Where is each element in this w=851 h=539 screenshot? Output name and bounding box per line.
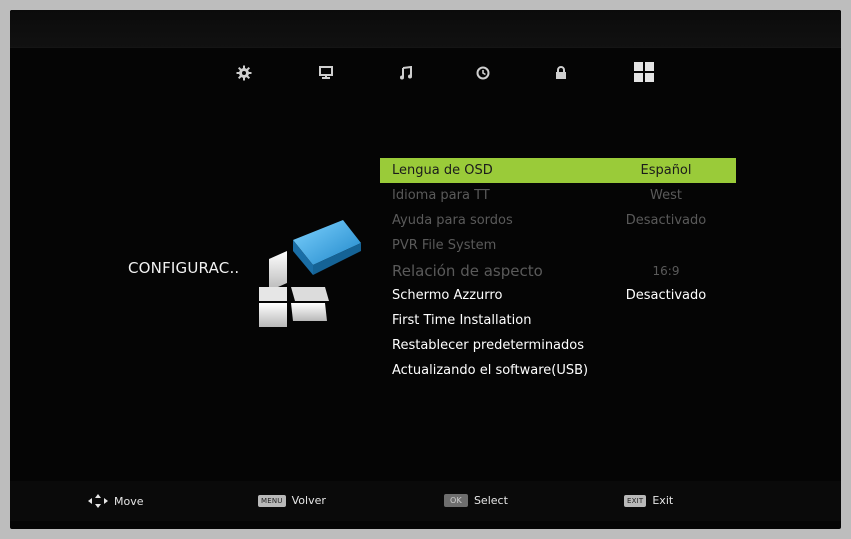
tv-bezel: CONFIGURAC.. Lengua de OSD Español Idiom… — [0, 0, 851, 539]
menu-item-value: Español — [640, 163, 692, 178]
menu-item-label: Idioma para TT — [392, 188, 490, 203]
menu-item-blue-screen[interactable]: Schermo Azzurro Desactivado — [380, 283, 736, 308]
menu-item-value: West — [650, 188, 682, 203]
menu-item-aspect-ratio[interactable]: Relación de aspecto 16:9 — [380, 258, 736, 283]
arrow-keys-icon — [88, 494, 108, 508]
menu-item-value: 16:9 — [652, 263, 680, 278]
menu-item-value: Desactivado — [625, 288, 707, 303]
hint-move-label: Move — [114, 494, 144, 508]
menu-item-software-update-usb[interactable]: Actualizando el software(USB) — [380, 358, 736, 383]
ok-key-badge: OK — [444, 494, 468, 507]
hint-exit: EXIT Exit — [624, 494, 673, 507]
menu-key-badge: MENU — [258, 494, 286, 507]
lock-icon[interactable] — [548, 60, 574, 86]
music-note-icon[interactable] — [393, 60, 419, 86]
hint-select-label: Select — [473, 494, 508, 507]
menu-item-osd-language[interactable]: Lengua de OSD Español — [380, 158, 736, 183]
menu-item-reset-defaults[interactable]: Restablecer predeterminados — [380, 333, 736, 358]
setup-menu-list: Lengua de OSD Español Idioma para TT Wes… — [380, 158, 736, 383]
menu-item-label: PVR File System — [392, 238, 497, 253]
menu-item-label: Actualizando el software(USB) — [392, 363, 589, 378]
clock-icon[interactable] — [470, 60, 496, 86]
menu-item-label: Restablecer predeterminados — [392, 338, 584, 353]
hint-back: MENU Volver — [258, 494, 326, 507]
top-strip — [10, 10, 841, 48]
grid-icon[interactable] — [629, 57, 659, 87]
hint-back-label: Volver — [291, 494, 326, 507]
setup-logo-icon — [253, 215, 373, 330]
tv-screen: CONFIGURAC.. Lengua de OSD Español Idiom… — [10, 10, 841, 529]
menu-item-teletext-language[interactable]: Idioma para TT West — [380, 183, 736, 208]
menu-item-label: Lengua de OSD — [392, 163, 493, 178]
monitor-icon[interactable] — [313, 60, 339, 86]
menu-item-label: Relación de aspecto — [392, 261, 543, 280]
hint-move: Move — [88, 494, 144, 508]
section-title: CONFIGURAC.. — [128, 259, 240, 277]
menu-item-value: Desactivado — [625, 213, 707, 228]
menu-item-label: Schermo Azzurro — [392, 288, 503, 303]
menu-item-pvr-file-system[interactable]: PVR File System — [380, 233, 736, 258]
menu-item-label: Ayuda para sordos — [392, 213, 513, 228]
hint-select: OK Select — [444, 494, 508, 507]
footer-hint-bar: Move MENU Volver OK Select EXIT Exit — [10, 481, 841, 521]
exit-key-badge: EXIT — [624, 494, 647, 507]
menu-tab-bar — [10, 52, 841, 94]
gear-icon[interactable] — [231, 60, 257, 86]
hint-exit-label: Exit — [652, 494, 674, 507]
menu-item-first-time-installation[interactable]: First Time Installation — [380, 308, 736, 333]
menu-item-label: First Time Installation — [392, 313, 532, 328]
menu-item-hearing-impaired[interactable]: Ayuda para sordos Desactivado — [380, 208, 736, 233]
